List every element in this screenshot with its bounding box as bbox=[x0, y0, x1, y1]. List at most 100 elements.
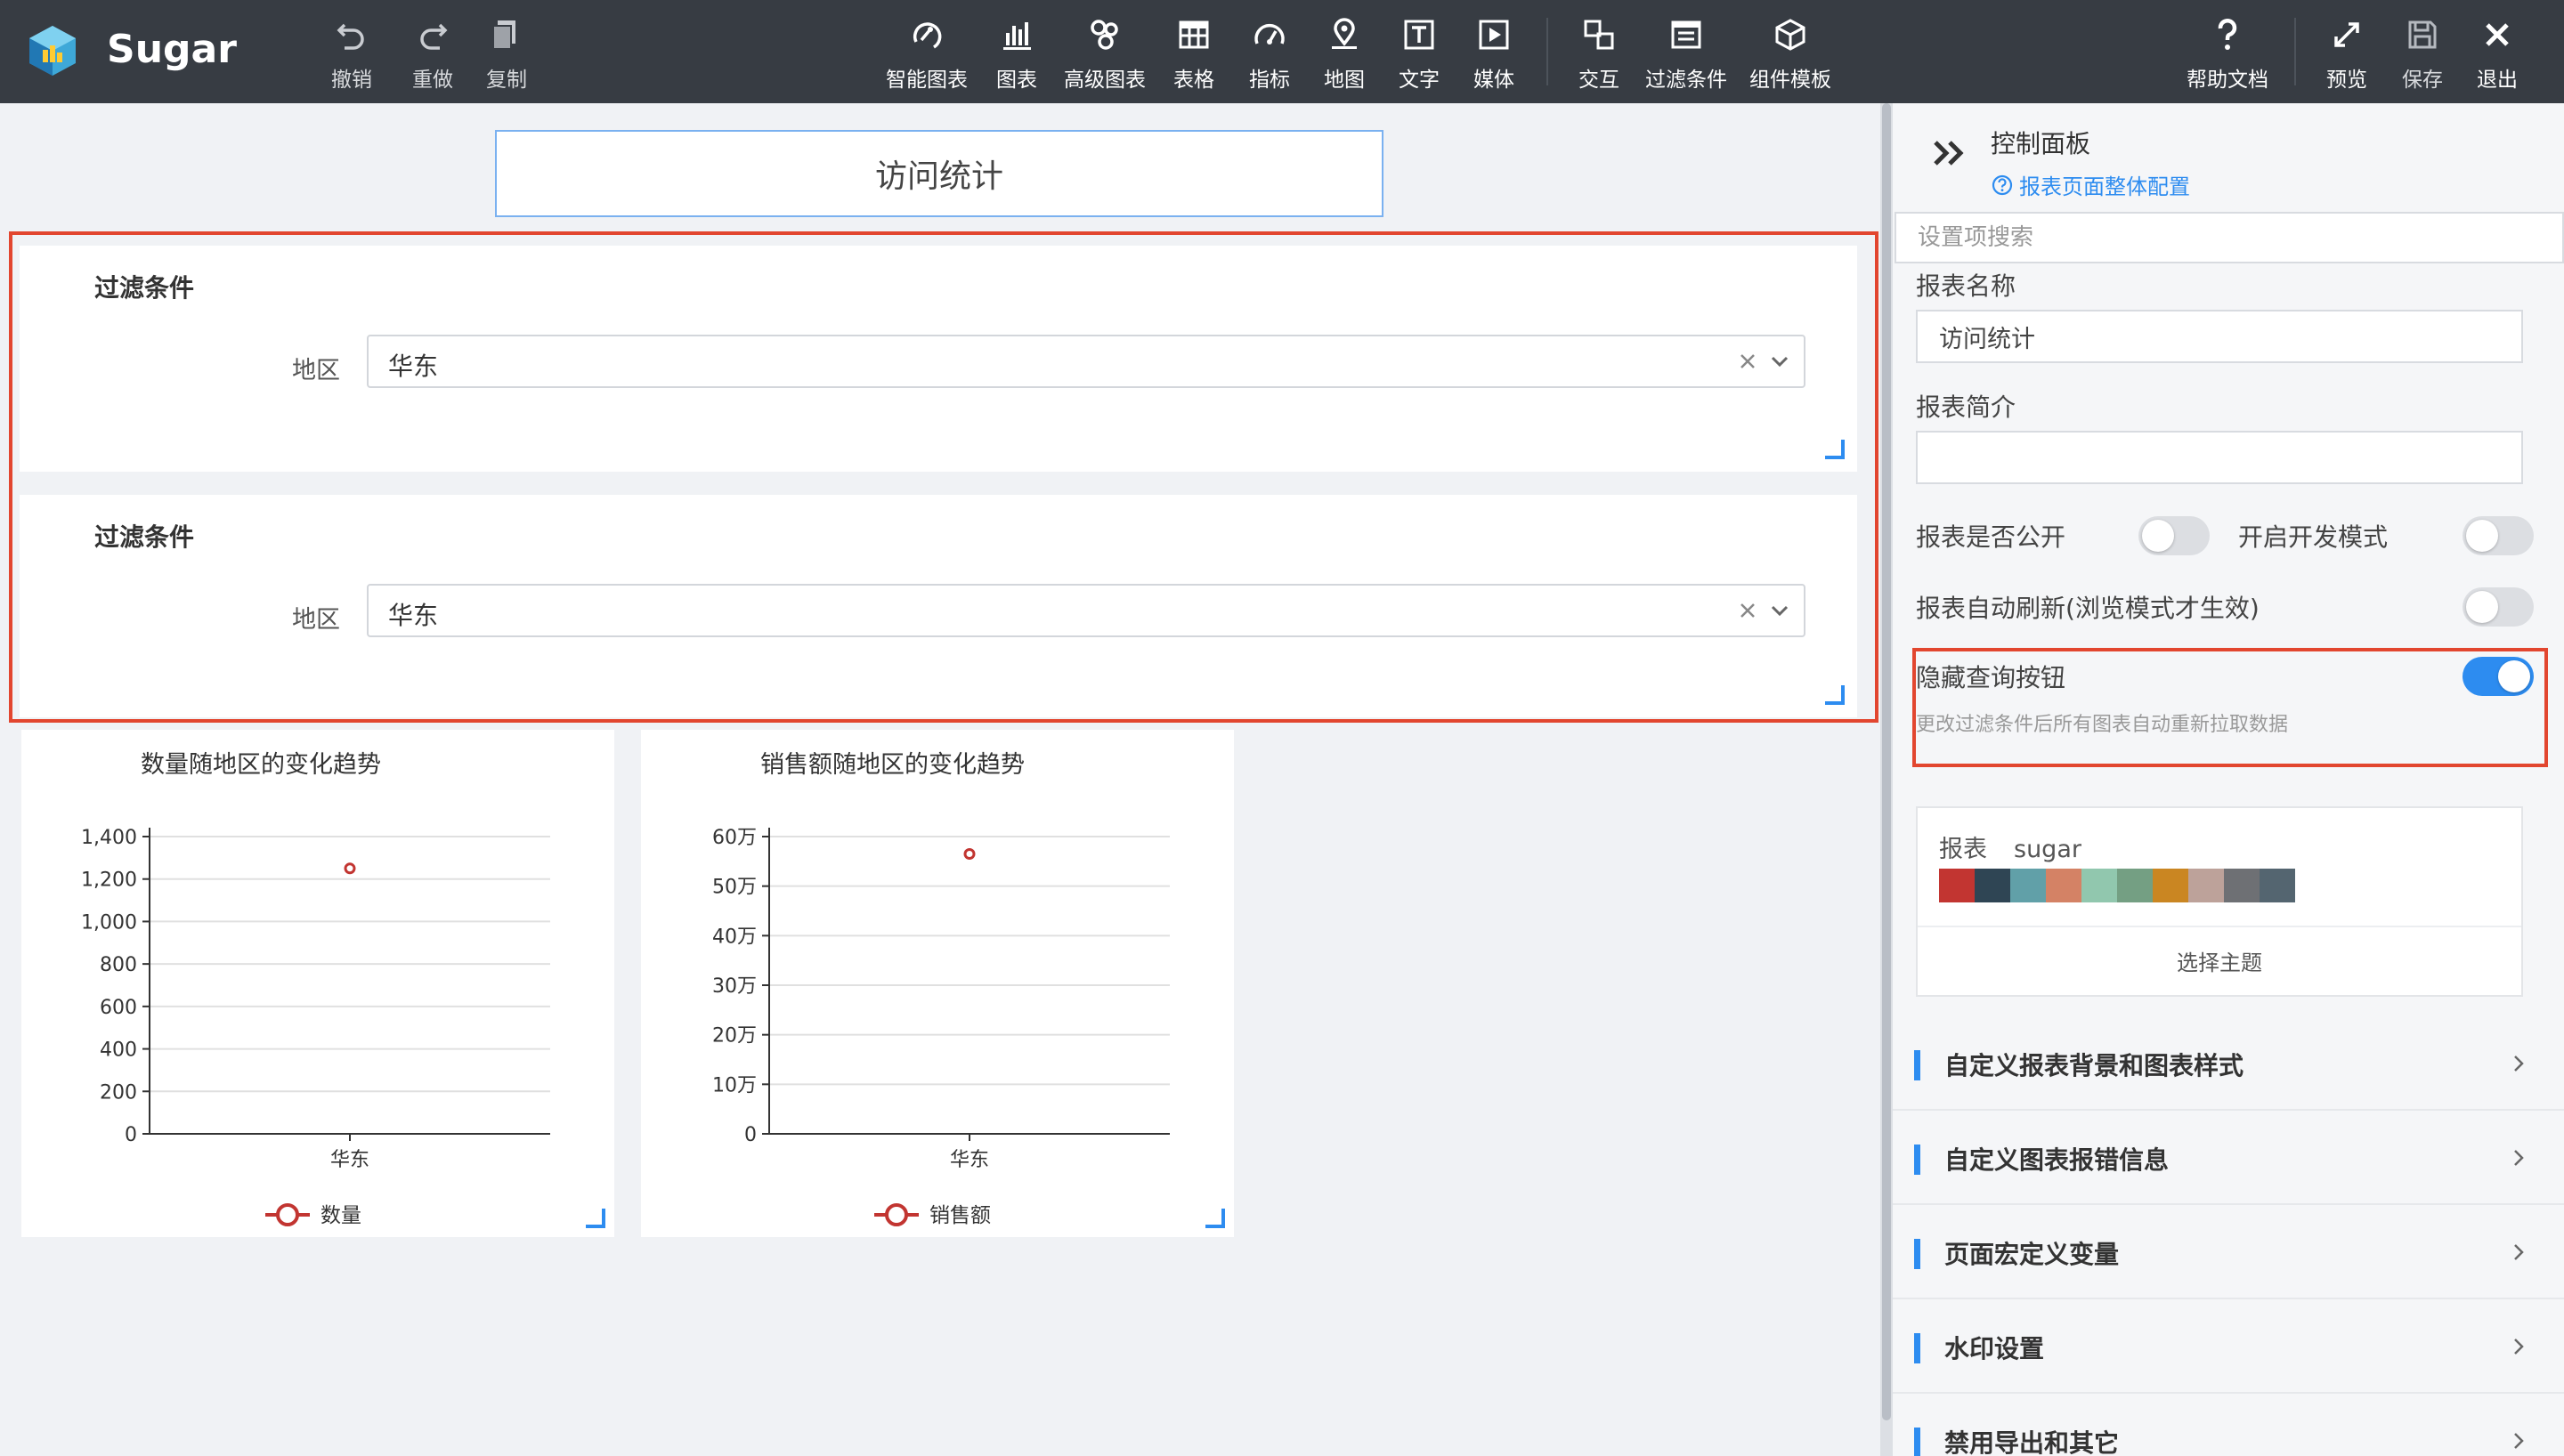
media-button[interactable]: 媒体 bbox=[1473, 16, 1514, 93]
chart-card-quantity[interactable]: 数量随地区的变化趋势02004006008001,0001,2001,400华东… bbox=[21, 730, 614, 1237]
data-point[interactable] bbox=[965, 849, 974, 858]
legend-label: 数量 bbox=[320, 1204, 361, 1227]
filter-component-1[interactable]: 过滤条件 地区 华东 bbox=[20, 246, 1857, 472]
legend-marker[interactable] bbox=[278, 1205, 297, 1225]
public-label: 报表是否公开 bbox=[1916, 518, 2065, 554]
sugar-logo-icon bbox=[25, 23, 80, 78]
preview-button[interactable]: 预览 bbox=[2326, 16, 2367, 93]
filter-title: 过滤条件 bbox=[94, 269, 194, 304]
chevron-down-icon[interactable] bbox=[1766, 597, 1793, 624]
interaction-icon bbox=[1581, 17, 1617, 53]
metric-button[interactable]: 指标 bbox=[1249, 16, 1290, 93]
chart-card-sales[interactable]: 销售额随地区的变化趋势010万20万30万40万50万60万华东销售额 bbox=[641, 730, 1234, 1237]
chevron-down-icon[interactable] bbox=[1766, 348, 1793, 375]
filter-button[interactable]: 过滤条件 bbox=[1645, 16, 1727, 93]
y-tick-label: 40万 bbox=[712, 926, 757, 948]
region-select-value: 华东 bbox=[388, 596, 438, 632]
text-button[interactable]: 文字 bbox=[1399, 16, 1440, 93]
chevron-right-icon bbox=[2507, 1241, 2530, 1264]
settings-section[interactable]: 禁用导出和其它 bbox=[1893, 1395, 2564, 1456]
report-desc-input[interactable] bbox=[1916, 431, 2523, 484]
chart-title: 数量随地区的变化趋势 bbox=[141, 751, 381, 779]
theme-card: 报表sugar 选择主题 bbox=[1916, 806, 2523, 997]
brand-name: Sugar bbox=[107, 27, 237, 72]
filter-component-2[interactable]: 过滤条件 地区 华东 bbox=[20, 495, 1857, 717]
clear-icon[interactable] bbox=[1734, 348, 1761, 375]
scrollbar-thumb[interactable] bbox=[1882, 103, 1891, 1420]
canvas-scrollbar[interactable] bbox=[1880, 103, 1893, 1456]
undo-icon bbox=[334, 17, 369, 53]
chart-button[interactable]: 图表 bbox=[996, 16, 1037, 93]
hide-query-label: 隐藏查询按钮 bbox=[1916, 659, 2065, 694]
region-select[interactable]: 华东 bbox=[367, 584, 1805, 637]
y-tick-label: 1,400 bbox=[81, 827, 137, 849]
y-tick-label: 60万 bbox=[712, 827, 757, 849]
hide-query-hint: 更改过滤条件后所有图表自动重新拉取数据 bbox=[1916, 708, 2288, 737]
report-title[interactable]: 访问统计 bbox=[495, 130, 1383, 217]
select-theme-button[interactable]: 选择主题 bbox=[1918, 945, 2521, 976]
section-accent-bar bbox=[1914, 1050, 1920, 1080]
interaction-button[interactable]: 交互 bbox=[1578, 16, 1619, 93]
component-template-button[interactable]: 组件模板 bbox=[1749, 16, 1831, 93]
advanced-chart-button[interactable]: 高级图表 bbox=[1064, 16, 1146, 93]
auto-refresh-label: 报表自动刷新(浏览模式才生效) bbox=[1916, 589, 2260, 625]
bar-chart-icon bbox=[999, 17, 1035, 53]
dev-mode-switch[interactable] bbox=[2463, 516, 2534, 555]
region-select-value: 华东 bbox=[388, 347, 438, 383]
report-name-input[interactable] bbox=[1916, 310, 2523, 363]
section-accent-bar bbox=[1914, 1239, 1920, 1269]
legend-marker[interactable] bbox=[887, 1205, 906, 1225]
quantity-trend-chart: 数量随地区的变化趋势02004006008001,0001,2001,400华东… bbox=[21, 730, 614, 1237]
exit-button[interactable]: 退出 bbox=[2477, 16, 2518, 93]
section-title: 自定义报表背景和图表样式 bbox=[1944, 1047, 2244, 1082]
region-select[interactable]: 华东 bbox=[367, 335, 1805, 388]
resize-handle[interactable] bbox=[1205, 1209, 1225, 1228]
y-tick-label: 200 bbox=[100, 1081, 137, 1104]
theme-name: sugar bbox=[2014, 836, 2081, 863]
report-config-link[interactable]: 报表页面整体配置 bbox=[1991, 169, 2190, 200]
toolbar-divider bbox=[1546, 18, 1548, 85]
undo-button[interactable]: 撤销 bbox=[331, 16, 372, 93]
smart-chart-button[interactable]: 智能图表 bbox=[886, 16, 968, 93]
public-switch[interactable] bbox=[2138, 516, 2210, 555]
redo-icon bbox=[415, 17, 450, 53]
table-button[interactable]: 表格 bbox=[1173, 16, 1214, 93]
hide-query-switch[interactable] bbox=[2463, 657, 2534, 696]
settings-section[interactable]: 页面宏定义变量 bbox=[1893, 1207, 2564, 1299]
report-desc-label: 报表简介 bbox=[1916, 388, 2016, 424]
settings-section[interactable]: 水印设置 bbox=[1893, 1301, 2564, 1394]
table-icon bbox=[1176, 17, 1212, 53]
theme-color-swatch bbox=[1975, 869, 2010, 902]
data-point[interactable] bbox=[345, 864, 354, 873]
settings-section[interactable]: 自定义图表报错信息 bbox=[1893, 1112, 2564, 1205]
filter-label-region: 地区 bbox=[292, 351, 340, 385]
settings-section[interactable]: 自定义报表背景和图表样式 bbox=[1893, 1018, 2564, 1111]
resize-handle[interactable] bbox=[1825, 685, 1845, 705]
map-button[interactable]: 地图 bbox=[1324, 16, 1365, 93]
section-title: 禁用导出和其它 bbox=[1944, 1424, 2119, 1456]
section-title: 水印设置 bbox=[1944, 1330, 2044, 1365]
redo-button[interactable]: 重做 bbox=[412, 16, 453, 93]
chevron-right-icon bbox=[2507, 1335, 2530, 1358]
resize-handle[interactable] bbox=[1825, 440, 1845, 459]
report-canvas: 访问统计 过滤条件 地区 华东 过滤条件 地区 华东 数量随地区的变化趋势020… bbox=[0, 103, 1880, 1456]
double-chevron-right-icon[interactable] bbox=[1930, 133, 1969, 173]
copy-button[interactable]: 复制 bbox=[486, 16, 527, 93]
auto-refresh-switch[interactable] bbox=[2463, 587, 2534, 627]
report-name-label: 报表名称 bbox=[1916, 267, 2016, 303]
section-title: 自定义图表报错信息 bbox=[1944, 1141, 2169, 1177]
clear-icon[interactable] bbox=[1734, 597, 1761, 624]
settings-search-input[interactable] bbox=[1895, 212, 2564, 263]
save-button[interactable]: 保存 bbox=[2402, 16, 2443, 93]
section-accent-bar bbox=[1914, 1145, 1920, 1175]
y-tick-label: 1,200 bbox=[81, 870, 137, 892]
smart-chart-icon bbox=[909, 17, 945, 53]
panel-title: 控制面板 bbox=[1991, 125, 2090, 160]
y-tick-label: 400 bbox=[100, 1039, 137, 1062]
help-button[interactable]: 帮助文档 bbox=[2187, 16, 2268, 93]
resize-handle[interactable] bbox=[586, 1209, 605, 1228]
close-icon bbox=[2479, 17, 2515, 53]
chevron-right-icon bbox=[2507, 1052, 2530, 1075]
copy-icon bbox=[489, 17, 524, 53]
toolbar-divider bbox=[2294, 18, 2296, 85]
